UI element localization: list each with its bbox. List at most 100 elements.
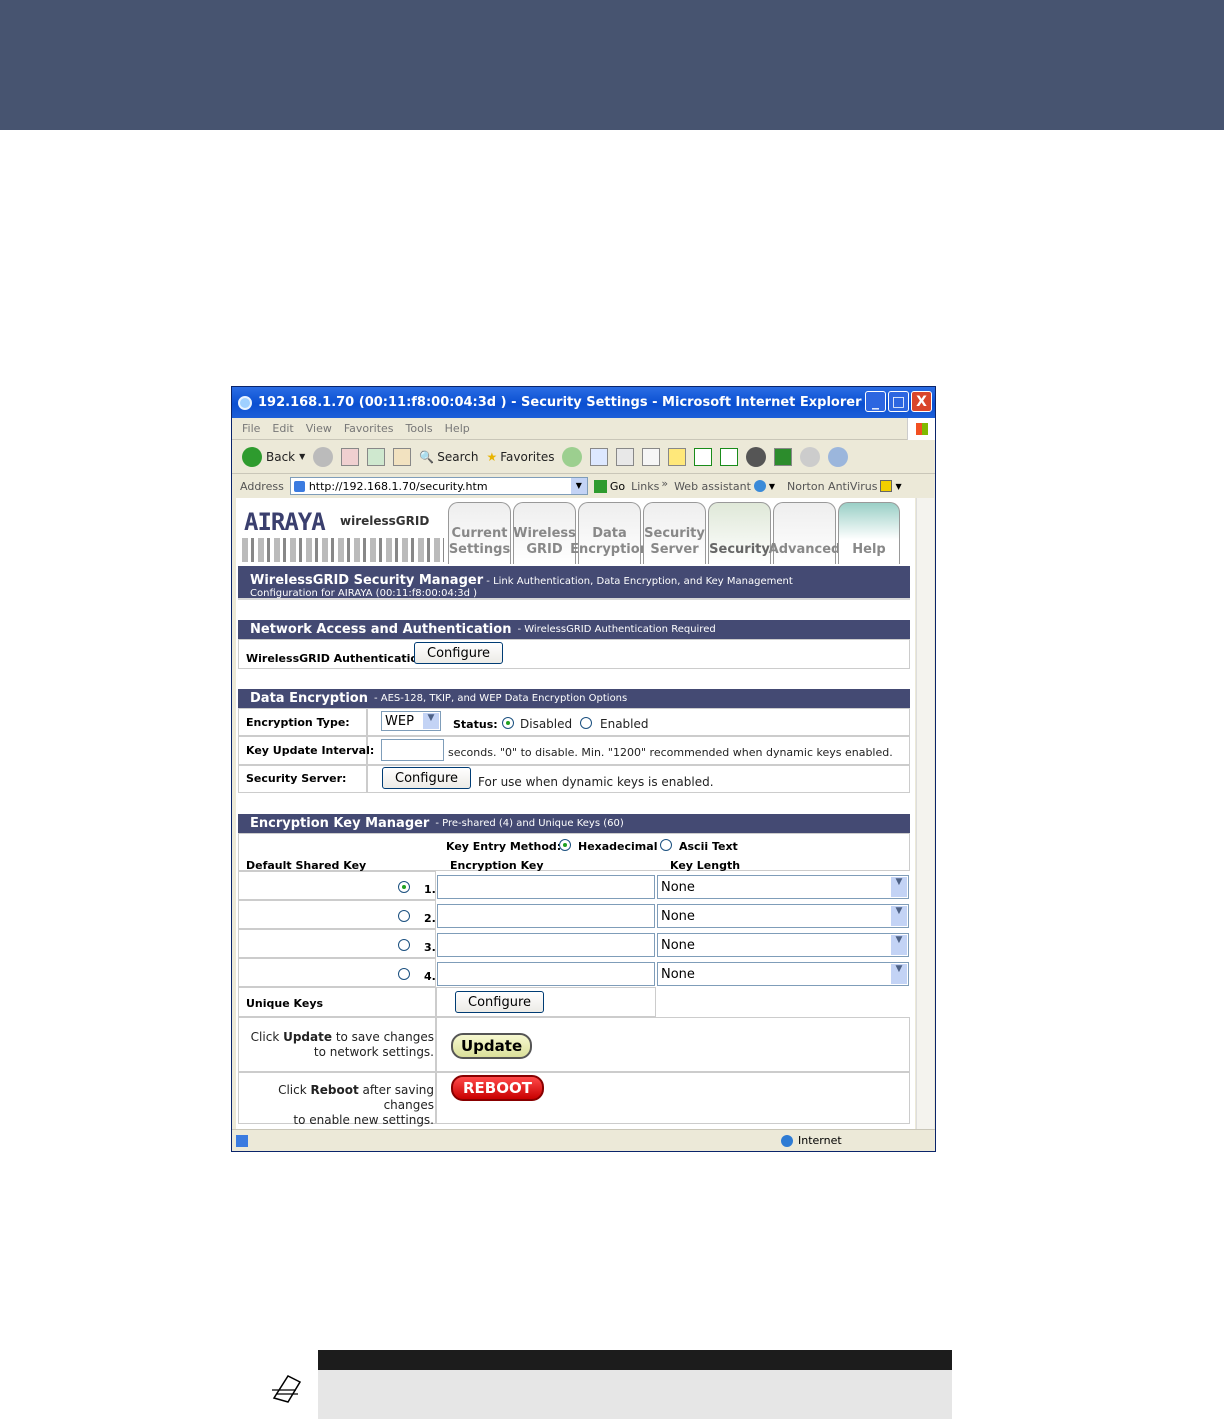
encryption-key-3-input[interactable] <box>437 933 655 957</box>
menu-bar: File Edit View Favorites Tools Help <box>232 418 935 440</box>
text: to enable new settings. <box>293 1113 434 1127</box>
status-disabled-radio[interactable] <box>502 717 514 729</box>
encryption-type-select[interactable]: WEP ▼ <box>381 711 441 731</box>
green-tool-icon[interactable] <box>774 447 793 466</box>
menu-help[interactable]: Help <box>445 422 470 435</box>
chevron-down-icon: ▼ <box>891 964 907 984</box>
chevron-down-icon[interactable]: ▼ <box>570 478 587 494</box>
section-title: Network Access and Authentication <box>250 622 512 637</box>
chevron-down-icon: ▼ <box>299 452 306 461</box>
messenger-icon[interactable] <box>694 447 713 466</box>
key-length-4-select[interactable]: None ▼ <box>657 962 909 986</box>
stop-icon[interactable] <box>341 447 360 466</box>
minimize-button[interactable]: _ <box>865 391 886 412</box>
default-key-1-radio[interactable] <box>398 881 410 893</box>
chevron-down-icon: ▼ <box>768 481 776 491</box>
norton-button[interactable]: Norton AntiVirus ▼ <box>787 480 902 493</box>
auth-configure-button[interactable]: Configure <box>414 642 504 664</box>
status-enabled-radio[interactable] <box>580 717 592 729</box>
key-length-1-select[interactable]: None ▼ <box>657 875 909 899</box>
text: to save changes <box>332 1030 434 1044</box>
status-bar: Internet <box>232 1129 935 1151</box>
vertical-scrollbar[interactable] <box>916 498 934 1129</box>
close-button[interactable]: X <box>911 391 932 412</box>
favorites-button[interactable]: ★ Favorites <box>486 450 554 464</box>
links-more-icon[interactable]: » <box>661 477 668 490</box>
text: Click <box>278 1083 311 1097</box>
reboot-button[interactable]: REBOOT <box>451 1075 544 1101</box>
tab-data-encryption[interactable]: Data Encryption <box>570 502 649 564</box>
people-icon[interactable] <box>828 446 849 467</box>
tab-advanced[interactable]: Advanced <box>769 502 840 564</box>
update-button[interactable]: Update <box>451 1033 533 1059</box>
tab-security-server[interactable]: Security Server <box>643 502 706 564</box>
address-input[interactable]: http://192.168.1.70/security.htm ▼ <box>289 477 588 495</box>
col-encryption-key: Encryption Key <box>450 859 544 872</box>
back-button[interactable]: Back ▼ <box>242 446 306 467</box>
history-icon[interactable] <box>562 446 583 467</box>
default-key-3-radio[interactable] <box>398 939 410 951</box>
key-entry-method-label: Key Entry Method: <box>446 840 562 853</box>
web-assistant-button[interactable]: Web assistant ▼ <box>674 480 775 493</box>
menu-file[interactable]: File <box>242 422 260 435</box>
menu-view[interactable]: View <box>306 422 332 435</box>
norton-icon <box>880 480 893 492</box>
refresh-icon[interactable] <box>367 447 386 466</box>
col-key-length: Key Length <box>670 859 741 872</box>
maximize-button[interactable]: □ <box>888 391 909 412</box>
toolbar: Back ▼ 🔍 Search ★ Favorites <box>232 440 935 474</box>
product-name: wirelessGRID <box>340 514 430 528</box>
tab-security[interactable]: Security <box>708 502 771 564</box>
chevron-down-icon: ▼ <box>423 713 439 729</box>
unique-keys-configure-button[interactable]: Configure <box>455 991 545 1013</box>
tab-label: GRID <box>526 542 563 557</box>
encryption-type-label: Encryption Type: <box>246 716 350 729</box>
key-interval-input[interactable] <box>381 739 444 761</box>
tab-help[interactable]: Help <box>838 502 900 564</box>
links-label[interactable]: Links <box>631 480 659 493</box>
chat-icon[interactable] <box>800 446 821 467</box>
tab-wireless-grid[interactable]: Wireless GRID <box>513 502 576 564</box>
address-label: Address <box>240 479 284 493</box>
security-server-label: Security Server: <box>246 772 347 785</box>
data-encryption-header: Data Encryption - AES-128, TKIP, and WEP… <box>238 689 910 708</box>
page-content: AIRAYA wirelessGRID Current Settings Wire… <box>236 498 915 1129</box>
edit-icon[interactable] <box>642 447 661 466</box>
home-icon[interactable] <box>393 447 412 466</box>
key-length-2-select[interactable]: None ▼ <box>657 904 909 928</box>
encryption-key-2-input[interactable] <box>437 904 655 928</box>
ascii-radio[interactable] <box>660 839 672 851</box>
reboot-instructions: Click Reboot after saving changes to ena… <box>242 1083 434 1128</box>
hex-radio[interactable] <box>559 839 571 851</box>
tab-label: Advanced <box>768 542 841 557</box>
encryption-type-value: WEP <box>385 713 414 729</box>
note-icon[interactable] <box>668 447 687 466</box>
key-length-value: None <box>661 879 695 895</box>
messenger-alt-icon[interactable] <box>720 447 739 466</box>
tab-current-settings[interactable]: Current Settings <box>448 502 511 564</box>
mail-icon[interactable] <box>590 447 609 466</box>
key-length-3-select[interactable]: None ▼ <box>657 933 909 957</box>
default-key-2-radio[interactable] <box>398 910 410 922</box>
key-row-number: 3. <box>424 941 436 954</box>
menu-tools[interactable]: Tools <box>406 422 433 435</box>
key-length-value: None <box>661 908 695 924</box>
default-key-4-radio[interactable] <box>398 968 410 980</box>
menu-edit[interactable]: Edit <box>272 422 293 435</box>
forward-arrow-icon[interactable] <box>313 446 334 467</box>
security-server-configure-button[interactable]: Configure <box>382 767 472 789</box>
go-button[interactable]: Go <box>593 479 625 493</box>
title-bar: 192.168.1.70 (00:11:f8:00:04:3d ) - Secu… <box>232 387 935 418</box>
key-interval-label: Key Update Interval: <box>246 744 375 757</box>
section-subtitle: - AES-128, TKIP, and WEP Data Encryption… <box>373 693 628 704</box>
print-icon[interactable] <box>616 447 635 466</box>
brand-logo: AIRAYA wirelessGRID <box>240 504 446 562</box>
clock-icon[interactable] <box>746 446 767 467</box>
encryption-key-4-input[interactable] <box>437 962 655 986</box>
ie-icon <box>238 395 252 410</box>
skyline-graphic <box>242 538 444 562</box>
encryption-key-1-input[interactable] <box>437 875 655 899</box>
menu-favorites[interactable]: Favorites <box>344 422 394 435</box>
unique-keys-label: Unique Keys <box>246 997 324 1010</box>
search-button[interactable]: 🔍 Search <box>419 450 478 464</box>
